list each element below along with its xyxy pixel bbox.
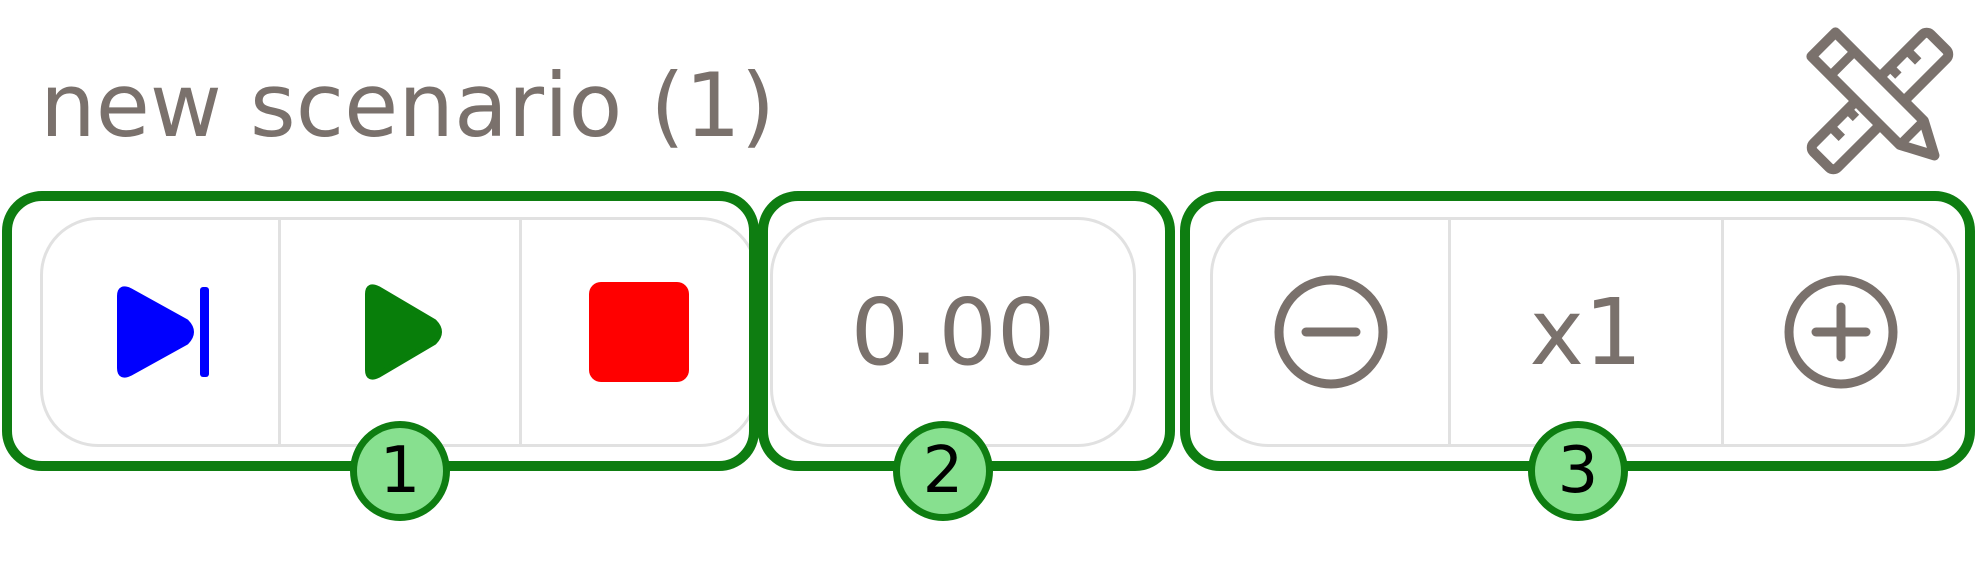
stop-icon <box>588 282 689 382</box>
time-display: 0.00 <box>770 217 1136 447</box>
playback-controls <box>40 217 758 447</box>
play-button[interactable] <box>278 220 519 444</box>
callout-badge-1: 1 <box>350 421 450 521</box>
time-display-cell: 0.00 <box>773 220 1133 444</box>
scenario-title: new scenario (1) <box>40 54 776 157</box>
minus-circle-icon <box>1274 275 1387 389</box>
pencil-ruler-icon[interactable] <box>1805 26 1955 176</box>
decrease-speed-button[interactable] <box>1213 220 1448 444</box>
increase-speed-button[interactable] <box>1721 220 1957 444</box>
step-forward-icon <box>116 286 209 378</box>
stop-button[interactable] <box>519 220 755 444</box>
speed-controls: x1 <box>1210 217 1960 447</box>
callout-badge-3: 3 <box>1528 421 1628 521</box>
play-icon <box>365 284 442 380</box>
callout-badge-2: 2 <box>893 421 993 521</box>
plus-circle-icon <box>1784 275 1897 389</box>
speed-label-cell: x1 <box>1448 220 1721 444</box>
step-forward-button[interactable] <box>43 220 278 444</box>
speed-label: x1 <box>1529 278 1643 386</box>
time-value: 0.00 <box>850 278 1056 386</box>
